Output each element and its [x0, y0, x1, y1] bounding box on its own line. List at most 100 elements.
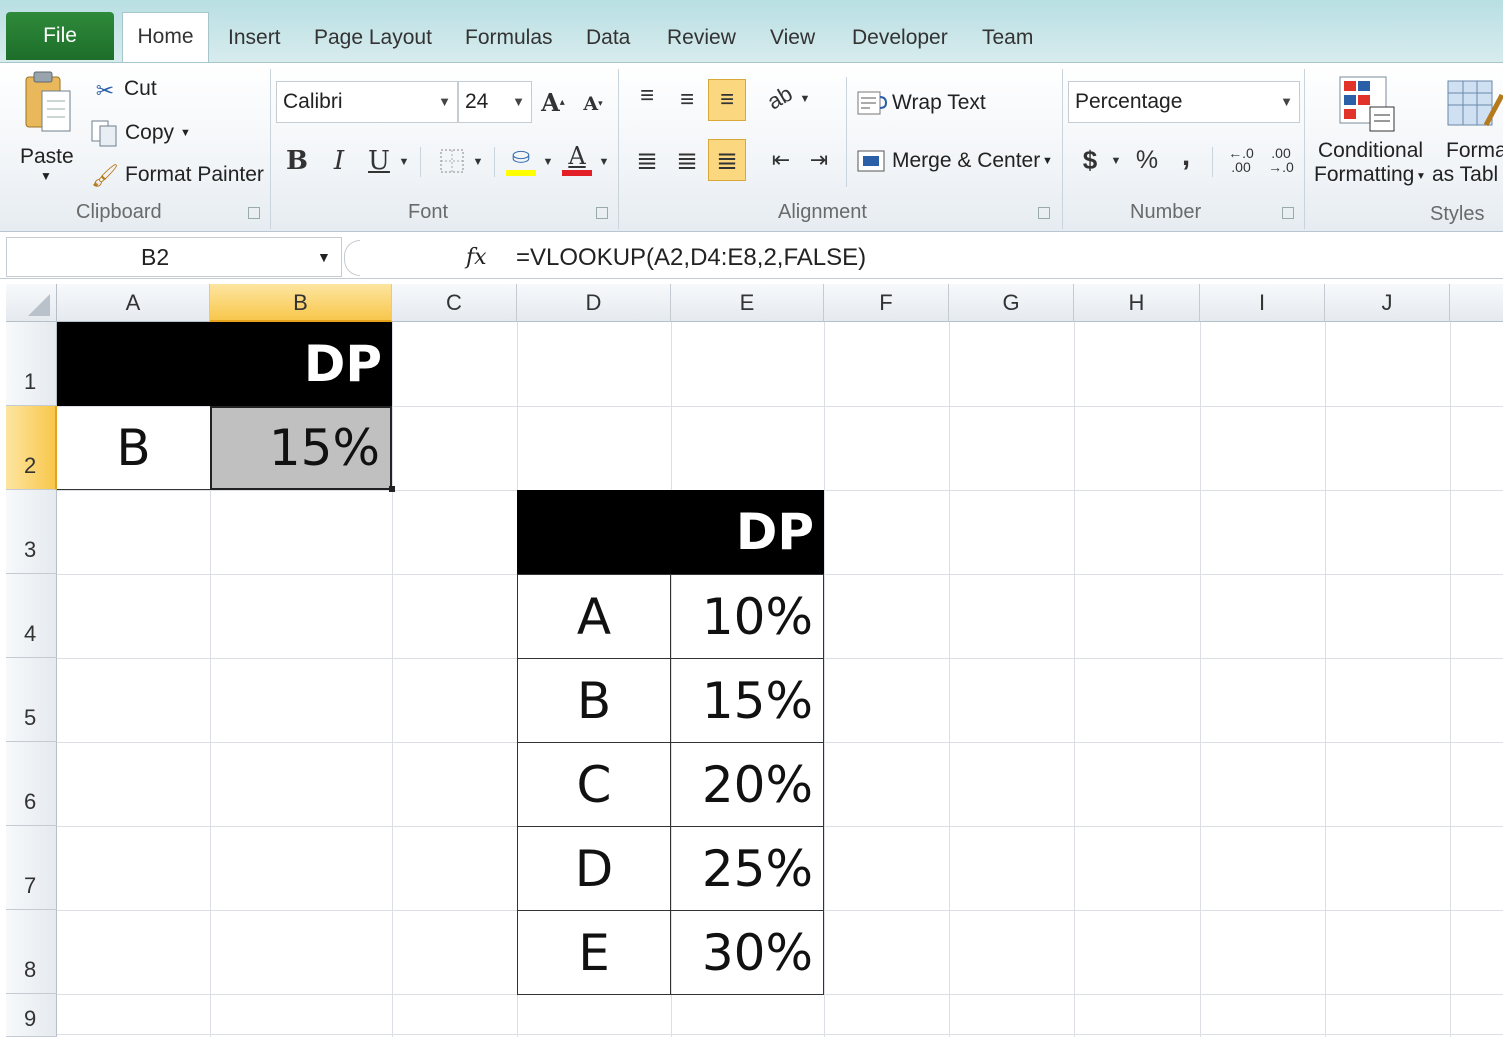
column-header[interactable]: E	[671, 284, 824, 322]
chevron-down-icon[interactable]: ▼	[540, 147, 556, 177]
percent-button[interactable]: %	[1130, 143, 1164, 177]
orientation-icon[interactable]: ab	[756, 74, 804, 121]
column-header[interactable]: J	[1325, 284, 1450, 322]
table-code-cell[interactable]: C	[517, 742, 671, 827]
decrease-indent-icon[interactable]: ⇤	[764, 143, 798, 177]
formula-input[interactable]: =VLOOKUP(A2,D4:E8,2,FALSE)	[516, 240, 866, 276]
tab-home[interactable]: Home	[122, 12, 209, 64]
table-dp-cell[interactable]: 30%	[670, 910, 824, 995]
column-header[interactable]: B	[210, 284, 392, 322]
table-dp-cell[interactable]: 10%	[670, 574, 824, 659]
tab-insert[interactable]: Insert	[228, 14, 281, 62]
worksheet-grid[interactable]: A B C D E F G H I J 1 2 3 4 5 6 7 8 9 DP…	[6, 284, 1503, 1037]
increase-indent-icon[interactable]: ⇥	[802, 143, 836, 177]
row-header[interactable]: 4	[6, 574, 57, 658]
column-header[interactable]: C	[392, 284, 517, 322]
table-code-cell[interactable]: A	[517, 574, 671, 659]
column-header[interactable]: D	[517, 284, 671, 322]
table-dp-cell[interactable]: 25%	[670, 826, 824, 911]
row-header[interactable]: 6	[6, 742, 57, 826]
table-header-cell[interactable]: DP	[517, 490, 824, 574]
tab-review[interactable]: Review	[667, 14, 736, 62]
align-middle-icon[interactable]: ≡	[670, 85, 704, 115]
format-painter-button[interactable]: 🖌 Format Painter	[90, 159, 266, 193]
shrink-font-icon[interactable]: A ▾	[578, 89, 608, 119]
align-right-icon[interactable]: ≣	[708, 139, 746, 181]
tab-developer[interactable]: Developer	[852, 14, 948, 62]
tab-team[interactable]: Team	[982, 14, 1033, 62]
borders-icon[interactable]	[436, 145, 468, 177]
align-top-icon[interactable]: ≡	[630, 81, 664, 111]
ribbon-tab-bar: File Home Insert Page Layout Formulas Da…	[0, 0, 1503, 64]
align-left-icon[interactable]: ≣	[630, 143, 664, 177]
number-format-select[interactable]: Percentage ▼	[1068, 81, 1300, 123]
paste-button[interactable]: Paste ▼	[12, 69, 84, 189]
font-size-select[interactable]: 24 ▼	[458, 81, 532, 123]
row-header[interactable]: 5	[6, 658, 57, 742]
font-color-button[interactable]: A	[560, 142, 596, 179]
chevron-down-icon[interactable]: ▼	[396, 147, 412, 177]
lookup-key-cell[interactable]: B	[57, 406, 210, 490]
lookup-result-cell[interactable]: 15%	[210, 406, 392, 490]
italic-button[interactable]: I	[324, 143, 354, 179]
name-box[interactable]: B2 ▼	[6, 237, 342, 277]
increase-decimal-icon[interactable]: ←.0.00	[1224, 143, 1258, 177]
tab-page-layout[interactable]: Page Layout	[314, 14, 432, 62]
table-code-cell[interactable]: E	[517, 910, 671, 995]
alignment-launcher-icon[interactable]	[1038, 207, 1050, 219]
font-name-select[interactable]: Calibri ▼	[276, 81, 458, 123]
underline-button[interactable]: U	[364, 143, 394, 179]
comma-style-button[interactable]: ,	[1172, 139, 1200, 173]
font-launcher-icon[interactable]	[596, 207, 608, 219]
gridline	[1200, 322, 1201, 1037]
column-header[interactable]: I	[1200, 284, 1325, 322]
row-header[interactable]: 7	[6, 826, 57, 910]
clipboard-launcher-icon[interactable]	[248, 207, 260, 219]
lookup-header-cell[interactable]: DP	[57, 322, 392, 406]
grow-font-icon[interactable]: A ▴	[538, 85, 568, 119]
merge-center-label: Merge & Center	[892, 149, 1041, 172]
row-header[interactable]: 2	[6, 406, 57, 490]
chevron-down-icon[interactable]: ▼	[470, 147, 486, 177]
column-header[interactable]: H	[1074, 284, 1200, 322]
insert-function-icon[interactable]: fx	[466, 240, 496, 276]
column-header[interactable]: G	[949, 284, 1074, 322]
cut-button[interactable]: ✂ Cut	[92, 75, 162, 109]
select-all-button[interactable]	[6, 284, 57, 322]
copy-button[interactable]: Copy ▼	[90, 117, 200, 151]
row-header[interactable]: 9	[6, 994, 57, 1037]
copy-dropdown-icon[interactable]: ▼	[180, 127, 191, 139]
chevron-down-icon[interactable]: ▼	[317, 238, 331, 276]
tab-formulas[interactable]: Formulas	[465, 14, 553, 62]
merge-center-button[interactable]: Merge & Center ▼	[856, 143, 1056, 179]
paste-dropdown-icon[interactable]: ▼	[40, 169, 52, 183]
format-as-table-button[interactable]: Forma as Tabl	[1432, 71, 1503, 195]
column-header[interactable]: F	[824, 284, 949, 322]
row-header[interactable]: 8	[6, 910, 57, 994]
row-header[interactable]: 3	[6, 490, 57, 574]
column-header[interactable]	[1450, 284, 1503, 322]
conditional-formatting-button[interactable]: Conditional Formatting ▼	[1312, 71, 1430, 195]
table-code-cell[interactable]: B	[517, 658, 671, 743]
number-launcher-icon[interactable]	[1282, 207, 1294, 219]
fill-handle[interactable]	[389, 486, 395, 492]
table-dp-cell[interactable]: 15%	[670, 658, 824, 743]
fill-color-button[interactable]: ⛀	[504, 143, 540, 179]
align-center-icon[interactable]: ≣	[670, 143, 704, 177]
row-header[interactable]: 1	[6, 322, 57, 406]
currency-button[interactable]: $	[1076, 143, 1104, 177]
table-dp-cell[interactable]: 20%	[670, 742, 824, 827]
tab-view[interactable]: View	[770, 14, 815, 62]
tab-data[interactable]: Data	[586, 14, 630, 62]
chevron-down-icon[interactable]: ▼	[596, 147, 612, 177]
bold-button[interactable]: B	[282, 143, 312, 179]
chevron-down-icon[interactable]: ▼	[1108, 149, 1124, 173]
paste-label: Paste	[20, 145, 74, 168]
tab-file[interactable]: File	[6, 12, 114, 60]
table-code-cell[interactable]: D	[517, 826, 671, 911]
chevron-down-icon[interactable]: ▼	[798, 89, 812, 109]
align-bottom-icon[interactable]: ≡	[708, 79, 746, 121]
column-header[interactable]: A	[57, 284, 210, 322]
wrap-text-button[interactable]: Wrap Text	[856, 85, 1006, 121]
decrease-decimal-icon[interactable]: .00 →.0	[1264, 143, 1298, 177]
